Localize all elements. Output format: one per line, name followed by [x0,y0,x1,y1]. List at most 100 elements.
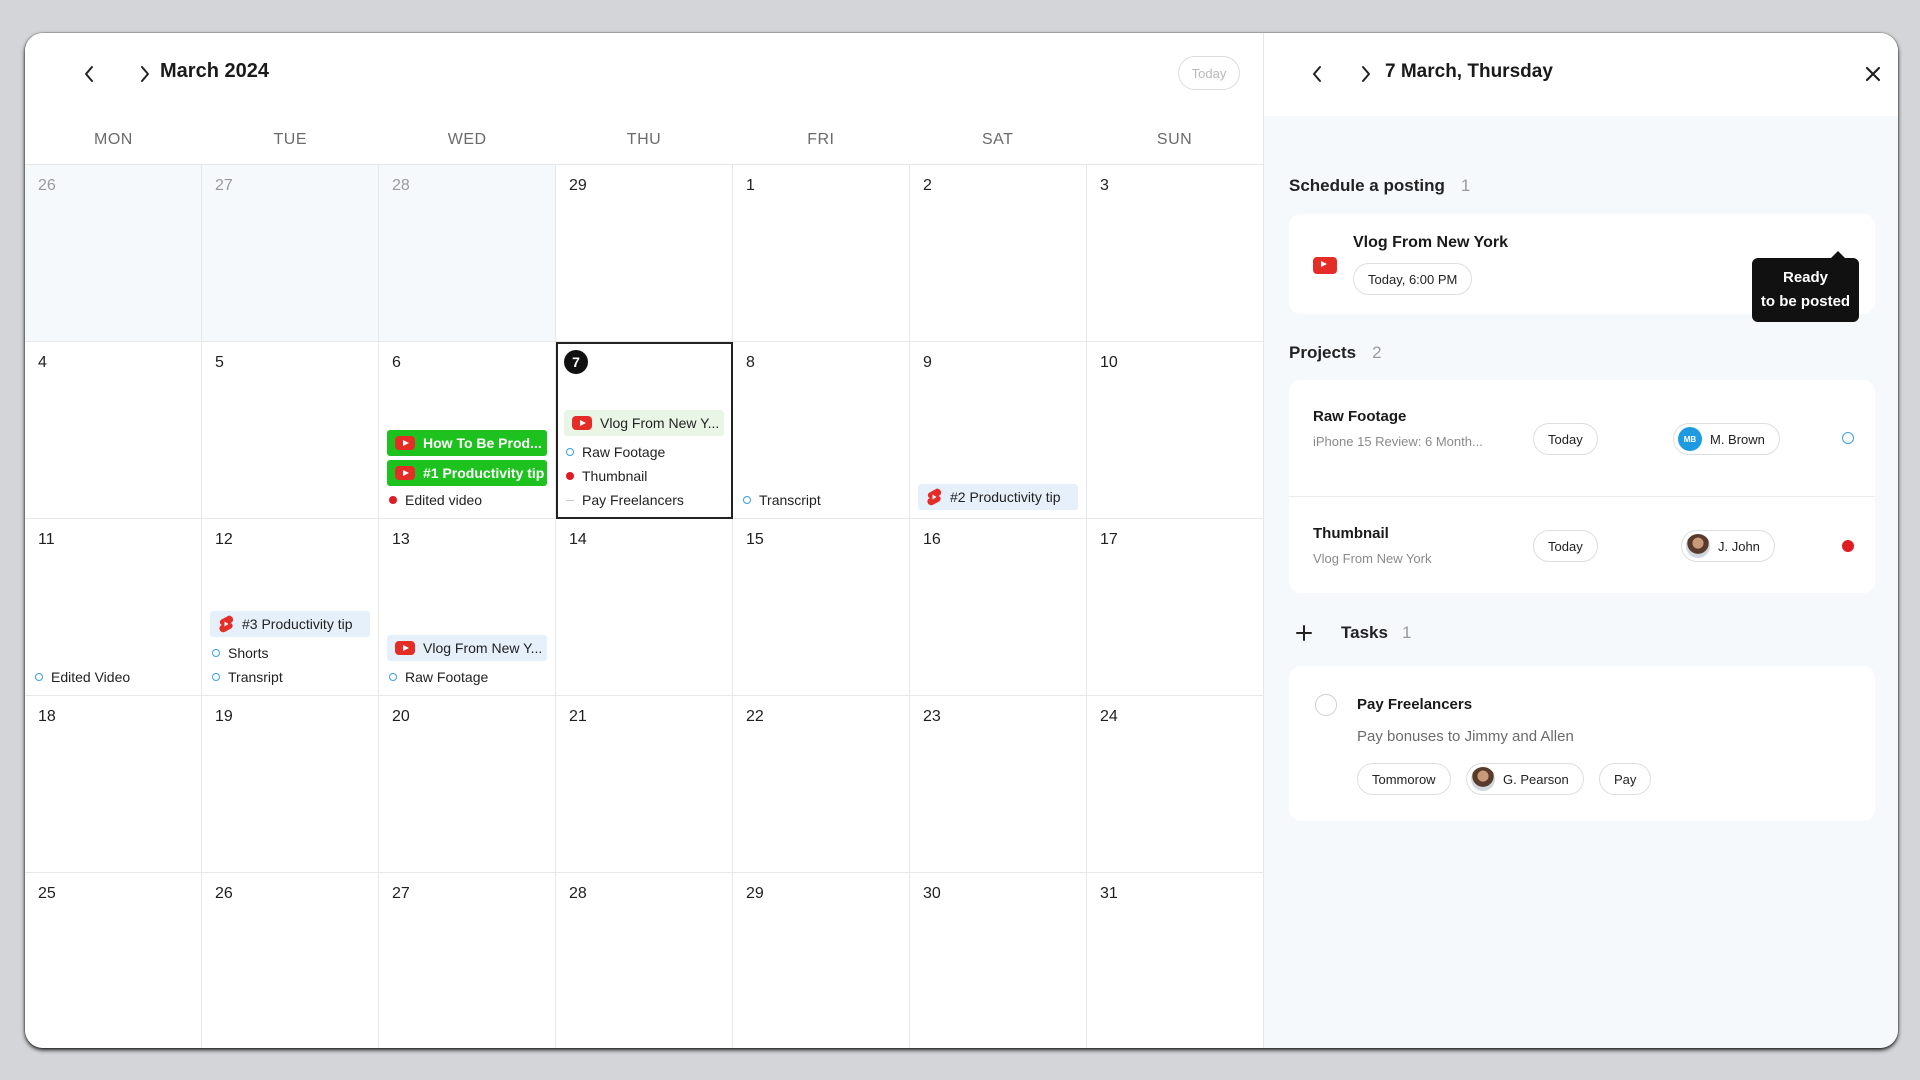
status-dot [389,673,397,681]
day-number: 17 [1100,531,1118,548]
day-cell[interactable]: 30 [910,873,1087,1048]
next-month-button[interactable] [131,60,159,88]
status-dot [35,673,43,681]
day-cell[interactable]: 20 [379,696,556,873]
event-item[interactable]: Raw Footage [564,442,724,462]
day-number: 20 [392,708,410,725]
day-cell[interactable]: 1 [733,165,910,342]
task-date-pill[interactable]: Tommorow [1357,763,1451,795]
project-assignee-pill[interactable]: J. John [1681,530,1775,562]
day-cell[interactable]: 2 [910,165,1087,342]
day-number: 10 [1100,354,1118,371]
event-item[interactable]: Transcript [741,490,901,510]
day-cell[interactable]: 14 [556,519,733,696]
day-number: 8 [746,354,755,371]
day-cell[interactable]: 25 [25,873,202,1048]
project-status-dot[interactable] [1842,432,1854,444]
project-title: Thumbnail [1313,525,1389,542]
day-cell[interactable]: 16 [910,519,1087,696]
project-title: Raw Footage [1313,408,1407,425]
day-cell[interactable]: 9 #2 Productivity tip [910,342,1087,519]
day-cell[interactable]: 18 [25,696,202,873]
event-item[interactable]: Transript [210,667,370,687]
prev-day-button[interactable] [1303,60,1331,88]
task-checkbox[interactable] [1315,694,1337,716]
youtube-icon [395,436,415,450]
project-row[interactable]: Raw Footage iPhone 15 Review: 6 Month...… [1289,380,1875,497]
day-cell[interactable]: 31 [1087,873,1264,1048]
event-chip[interactable]: #2 Productivity tip [918,484,1078,510]
close-icon [1865,66,1881,82]
day-cell[interactable]: 23 [910,696,1087,873]
day-cell[interactable]: 26 [202,873,379,1048]
today-button[interactable]: Today [1178,56,1240,90]
day-number: 14 [569,531,587,548]
event-chip[interactable]: Vlog From New Y... [387,635,547,661]
project-status-dot[interactable] [1842,540,1854,552]
event-item[interactable]: Edited Video [33,667,193,687]
event-item[interactable]: Shorts [210,643,370,663]
day-number: 12 [215,531,233,548]
prev-month-button[interactable] [75,60,103,88]
day-number: 1 [746,177,755,194]
day-cell[interactable]: 19 [202,696,379,873]
day-number: 22 [746,708,764,725]
event-chip[interactable]: How To Be Prod... [387,430,547,456]
day-cell[interactable]: 29 [733,873,910,1048]
day-number: 30 [923,885,941,902]
project-date-pill[interactable]: Today [1533,530,1598,562]
event-chip[interactable]: #1 Productivity tip [387,460,547,486]
day-number: 23 [923,708,941,725]
project-date-pill[interactable]: Today [1533,423,1598,455]
day-number: 4 [38,354,47,371]
day-cell[interactable]: 24 [1087,696,1264,873]
calendar-header: March 2024 Today [25,33,1263,116]
day-cell[interactable]: 13 Vlog From New Y... Raw Footage [379,519,556,696]
close-button[interactable] [1862,63,1884,85]
day-number: 31 [1100,885,1118,902]
event-item[interactable]: Thumbnail [564,466,724,486]
project-row[interactable]: Thumbnail Vlog From New York Today J. Jo… [1289,497,1875,593]
day-number: 2 [923,177,932,194]
day-cell[interactable]: 15 [733,519,910,696]
project-assignee-pill[interactable]: MB M. Brown [1673,423,1780,455]
day-cell[interactable]: 26 [25,165,202,342]
day-cell[interactable]: 29 [556,165,733,342]
day-cell[interactable]: 4 [25,342,202,519]
day-cell[interactable]: 5 [202,342,379,519]
event-chip[interactable]: #3 Productivity tip [210,611,370,637]
next-day-button[interactable] [1352,60,1380,88]
day-cell[interactable]: 11 Edited Video [25,519,202,696]
event-chip[interactable]: Vlog From New Y... [564,410,724,436]
day-cell[interactable]: 10 [1087,342,1264,519]
day-cell[interactable]: 12 #3 Productivity tip Shorts Transript [202,519,379,696]
day-number: 27 [392,885,410,902]
day-cell[interactable]: 21 [556,696,733,873]
status-dot [566,448,574,456]
day-cell[interactable]: 17 [1087,519,1264,696]
event-item[interactable]: Raw Footage [387,667,547,687]
post-time-pill[interactable]: Today, 6:00 PM [1353,263,1473,295]
task-card[interactable]: Pay Freelancers Pay bonuses to Jimmy and… [1289,666,1875,821]
task-assignee-pill[interactable]: G. Pearson [1466,763,1584,795]
day-cell[interactable]: 22 [733,696,910,873]
day-cell[interactable]: 27 [379,873,556,1048]
task-tag-pill[interactable]: Pay [1599,763,1652,795]
day-cell[interactable]: 8 Transcript [733,342,910,519]
day-number: 29 [569,177,587,194]
day-cell[interactable]: 27 [202,165,379,342]
plus-icon[interactable] [1295,624,1313,642]
day-cell-selected[interactable]: 7 Vlog From New Y... Raw Footage Thumbna… [556,342,733,519]
event-item[interactable]: Edited video [387,490,547,510]
day-cell[interactable]: 28 [556,873,733,1048]
day-cell[interactable]: 6 How To Be Prod... #1 Productivity tip … [379,342,556,519]
day-events: Edited Video [33,667,193,687]
day-cell[interactable]: 3 [1087,165,1264,342]
day-number: 3 [1100,177,1109,194]
day-number: 21 [569,708,587,725]
status-dot [212,649,220,657]
event-item[interactable]: Pay Freelancers [564,490,724,510]
status-dot [212,673,220,681]
project-subtitle: iPhone 15 Review: 6 Month... [1313,434,1483,449]
day-cell[interactable]: 28 [379,165,556,342]
